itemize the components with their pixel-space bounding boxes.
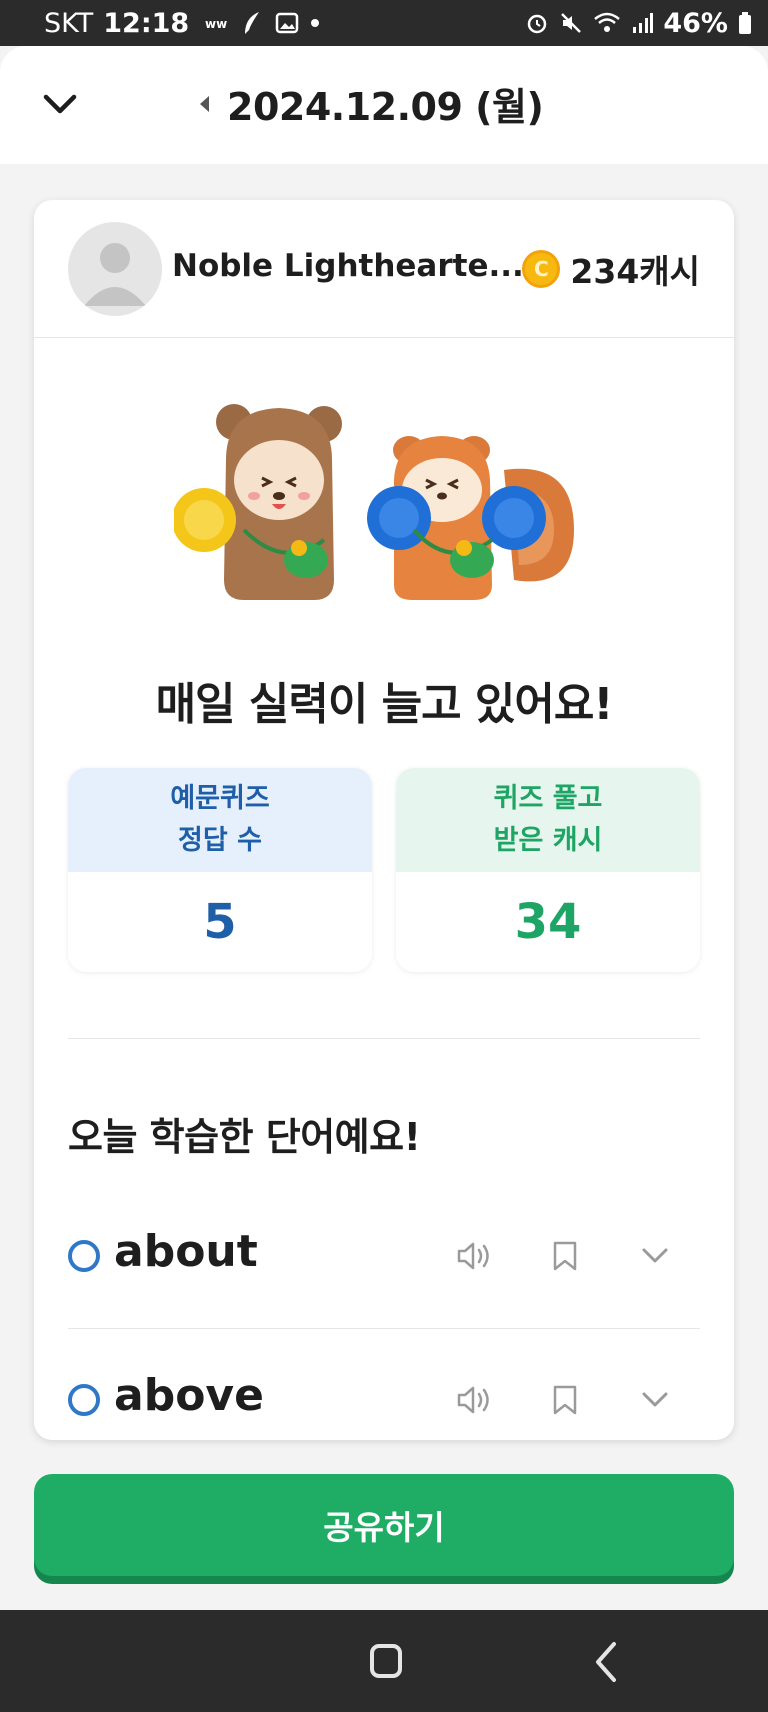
collapse-button[interactable] xyxy=(40,86,80,122)
stat-label-line2: 정답 수 xyxy=(178,825,262,856)
word-text: about xyxy=(114,1226,258,1277)
section-title: 오늘 학습한 단어예요! xyxy=(68,1115,421,1159)
bookmark-icon xyxy=(553,1385,577,1415)
wifi-icon xyxy=(594,12,621,32)
stat-quiz-correct: 예문퀴즈 정답 수 5 xyxy=(68,768,372,972)
carrier-label: SKT xyxy=(44,7,94,39)
status-left: SKT 12:18 ww xyxy=(44,7,320,39)
battery-icon xyxy=(739,12,751,34)
avatar xyxy=(68,222,162,316)
bookmark-button[interactable] xyxy=(520,1378,610,1422)
notification-app-icon: ww xyxy=(205,17,227,30)
pronounce-button[interactable] xyxy=(430,1234,520,1278)
stat-label-line2: 받은 캐시 xyxy=(493,825,603,856)
expand-button[interactable] xyxy=(610,1378,700,1422)
chevron-down-icon xyxy=(43,94,77,114)
row-divider xyxy=(68,1328,700,1329)
date-header: 2024.12.09 (월) xyxy=(0,46,768,164)
speaker-icon xyxy=(457,1242,489,1270)
stat-value: 5 xyxy=(203,894,237,950)
back-icon[interactable] xyxy=(586,1640,626,1684)
user-avatar-icon xyxy=(84,243,146,306)
stat-label-line1: 예문퀴즈 xyxy=(170,783,270,814)
section-divider xyxy=(68,1038,700,1039)
word-text: above xyxy=(114,1370,264,1421)
word-row[interactable]: above xyxy=(68,1360,700,1440)
status-circle-icon xyxy=(68,1384,100,1416)
chevron-down-icon xyxy=(642,1248,668,1263)
alarm-icon xyxy=(528,14,547,34)
date-title: 2024.12.09 (월) xyxy=(227,85,544,129)
profile-row: Noble Lighthearte... C 234캐시 xyxy=(34,200,734,338)
coin-icon: C xyxy=(522,250,561,288)
word-actions xyxy=(430,1234,700,1278)
stat-label: 예문퀴즈 정답 수 xyxy=(68,768,372,872)
caret-left-icon[interactable] xyxy=(200,95,209,112)
notification-icons: ww xyxy=(205,10,320,36)
battery-percent: 46% xyxy=(663,7,728,39)
svg-text:ww: ww xyxy=(205,17,227,30)
date-selector: 2024.12.09 (월) xyxy=(200,76,544,131)
signal-icon xyxy=(633,13,654,33)
result-card: Noble Lighthearte... C 234캐시 매일 실력이 늘고 있… xyxy=(34,200,734,1440)
expand-button[interactable] xyxy=(610,1234,700,1278)
cash-amount: 234캐시 xyxy=(570,252,700,291)
speaker-icon xyxy=(457,1386,489,1414)
more-notifications-dot xyxy=(311,19,320,27)
bookmark-icon xyxy=(553,1241,577,1271)
headline: 매일 실력이 늘고 있어요! xyxy=(155,679,614,730)
clock: 12:18 xyxy=(103,7,190,39)
status-right: 46% xyxy=(525,8,752,39)
pronounce-button[interactable] xyxy=(430,1378,520,1422)
status-circle-icon xyxy=(68,1240,100,1272)
stat-label-line1: 퀴즈 풀고 xyxy=(493,783,603,814)
home-icon[interactable] xyxy=(370,1644,402,1678)
stat-cash-earned: 퀴즈 풀고 받은 캐시 34 xyxy=(396,768,700,972)
status-bar: SKT 12:18 ww 46% xyxy=(0,0,768,46)
share-button[interactable]: 공유하기 xyxy=(34,1474,734,1576)
word-actions xyxy=(430,1378,700,1422)
stat-value: 34 xyxy=(514,894,582,950)
feather-icon xyxy=(245,12,260,34)
cheering-mascots-illustration xyxy=(174,404,574,600)
cash-balance: C 234캐시 xyxy=(522,245,700,293)
bookmark-button[interactable] xyxy=(520,1234,610,1278)
system-nav-bar xyxy=(0,1610,768,1712)
word-row[interactable]: about xyxy=(68,1216,700,1296)
chevron-down-icon xyxy=(642,1392,668,1407)
gallery-icon xyxy=(275,12,299,34)
stat-label: 퀴즈 풀고 받은 캐시 xyxy=(396,768,700,872)
mute-icon xyxy=(561,13,582,33)
username: Noble Lighthearte... xyxy=(172,248,524,284)
